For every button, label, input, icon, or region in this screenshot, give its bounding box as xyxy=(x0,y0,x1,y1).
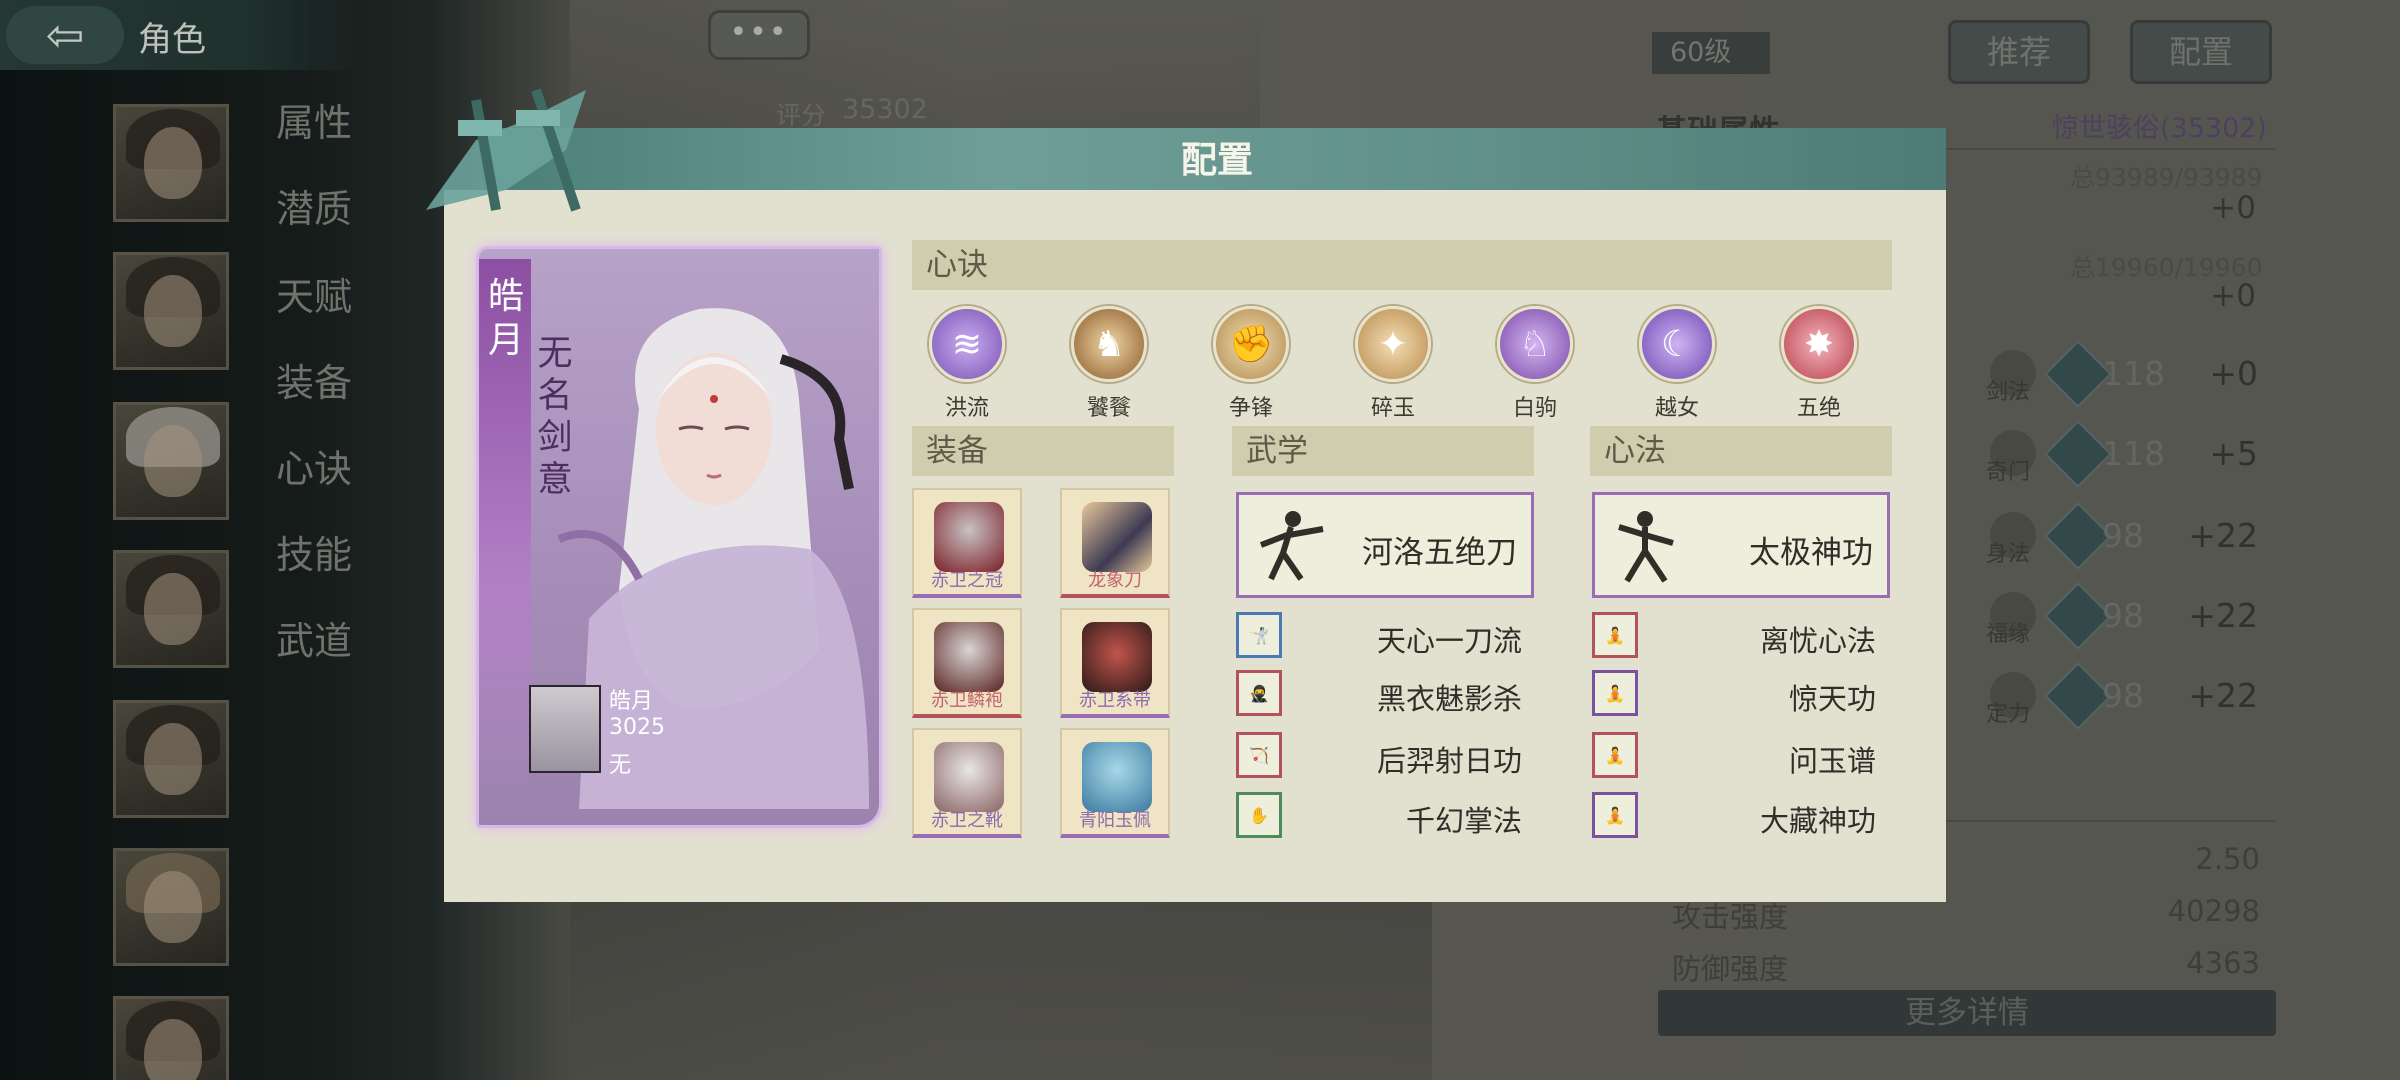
character-card[interactable]: 皓月 无名剑意 皓月 3025 无 xyxy=(476,246,882,828)
xinjue-icon: ✦ xyxy=(1355,306,1431,382)
martial-artist-icon xyxy=(1618,511,1674,583)
meditation-icon: 🧘 xyxy=(1592,670,1638,716)
xinjue-icon: ☾ xyxy=(1639,306,1715,382)
xinjue-label: 洪流 xyxy=(944,396,989,421)
skill-name: 天心一刀流 xyxy=(1376,624,1522,658)
modal-header: 配置 xyxy=(488,128,1946,192)
mini-extra: 无 xyxy=(609,753,632,778)
mini-name: 皓月 xyxy=(609,689,654,714)
mini-avatar xyxy=(529,685,601,773)
skill-name: 问玉谱 xyxy=(1788,744,1876,778)
xinjue-zhengfeng[interactable]: ✊ 争锋 xyxy=(1206,306,1296,422)
equipment-name: 龙象刀 xyxy=(1088,570,1142,591)
xinjue-label: 争锋 xyxy=(1228,396,1273,421)
equipment-slot-armor[interactable]: 赤卫鳞袍 xyxy=(912,608,1022,718)
xinjue-icon: ♞ xyxy=(1071,306,1147,382)
xinjue-label: 白驹 xyxy=(1512,396,1557,421)
equipment-name: 赤卫系带 xyxy=(1079,690,1151,711)
xinjue-icon: ✊ xyxy=(1213,306,1289,382)
xinjue-icon: ✸ xyxy=(1781,306,1857,382)
xinfa-sub-skill[interactable]: 🧘 惊天功 xyxy=(1592,670,1876,718)
skill-name: 河洛五绝刀 xyxy=(1362,535,1517,571)
xinjue-yuenv[interactable]: ☾ 越女 xyxy=(1632,306,1722,422)
blade-icon xyxy=(1082,502,1152,572)
xinjue-wujue[interactable]: ✸ 五绝 xyxy=(1774,306,1864,422)
xinfa-sub-skill[interactable]: 🧘 大藏神功 xyxy=(1592,792,1876,840)
equipment-name: 青阳玉佩 xyxy=(1079,810,1151,831)
xinjue-label: 饕餮 xyxy=(1086,396,1131,421)
modal-title: 配置 xyxy=(1180,139,1253,181)
wuxue-main-skill[interactable]: 河洛五绝刀 xyxy=(1236,492,1534,598)
xinjue-icon: ≋ xyxy=(929,306,1005,382)
equipment-slot-boots[interactable]: 赤卫之靴 xyxy=(912,728,1022,838)
section-xinfa: 心法 xyxy=(1590,426,1892,476)
equipment-name: 赤卫之冠 xyxy=(931,570,1003,591)
xinjue-taotie[interactable]: ♞ 饕餮 xyxy=(1064,306,1154,422)
jade-pendant-icon xyxy=(1082,742,1152,812)
archer-icon: 🏹 xyxy=(1236,732,1282,778)
skill-name: 黑衣魅影杀 xyxy=(1376,682,1522,716)
equipment-name: 赤卫鳞袍 xyxy=(931,690,1003,711)
skill-icon: 🥷 xyxy=(1236,670,1282,716)
equipment-slot-weapon[interactable]: 龙象刀 xyxy=(1060,488,1170,598)
mini-power: 3025 xyxy=(609,715,665,740)
skill-name: 千幻掌法 xyxy=(1405,804,1522,838)
meditation-icon: 🧘 xyxy=(1592,792,1638,838)
xinjue-label: 越女 xyxy=(1654,396,1699,421)
xinjue-icon: ♘ xyxy=(1497,306,1573,382)
xinjue-label: 碎玉 xyxy=(1370,396,1415,421)
equipment-slot-helmet[interactable]: 赤卫之冠 xyxy=(912,488,1022,598)
wuxue-sub-skill[interactable]: 🥷 黑衣魅影杀 xyxy=(1236,670,1522,718)
skill-name: 惊天功 xyxy=(1788,682,1876,716)
xinjue-suiyu[interactable]: ✦ 碎玉 xyxy=(1348,306,1438,422)
armor-icon xyxy=(934,622,1004,692)
boots-icon xyxy=(934,742,1004,812)
helmet-icon xyxy=(934,502,1004,572)
xinjue-hongliu[interactable]: ≋ 洪流 xyxy=(922,306,1012,422)
wuxue-sub-skill[interactable]: 🏹 后羿射日功 xyxy=(1236,732,1522,780)
skill-name: 离忧心法 xyxy=(1759,624,1876,658)
skill-name: 太极神功 xyxy=(1749,535,1873,571)
belt-icon xyxy=(1082,622,1152,692)
skill-name: 后羿射日功 xyxy=(1376,744,1522,778)
skill-icon: 🤺 xyxy=(1236,612,1282,658)
xinfa-main-skill[interactable]: 太极神功 xyxy=(1592,492,1890,598)
equipment-name: 赤卫之靴 xyxy=(931,810,1003,831)
meditation-icon: 🧘 xyxy=(1592,732,1638,778)
equipment-slot-belt[interactable]: 赤卫系带 xyxy=(1060,608,1170,718)
martial-artist-icon xyxy=(1259,511,1324,581)
meditation-icon: 🧘 xyxy=(1592,612,1638,658)
character-name: 皓月 xyxy=(487,276,524,361)
xinjue-label: 五绝 xyxy=(1796,396,1841,421)
section-xinjue: 心诀 xyxy=(912,240,1892,290)
xinjue-baiju[interactable]: ♘ 白驹 xyxy=(1490,306,1580,422)
sword-decoration-icon xyxy=(426,88,586,212)
wuxue-sub-skill[interactable]: 🤺 天心一刀流 xyxy=(1236,612,1522,660)
section-equipment: 装备 xyxy=(912,426,1174,476)
xinfa-sub-skill[interactable]: 🧘 离忧心法 xyxy=(1592,612,1876,660)
wuxue-sub-skill[interactable]: ✋ 千幻掌法 xyxy=(1236,792,1522,840)
section-wuxue: 武学 xyxy=(1232,426,1534,476)
palm-icon: ✋ xyxy=(1236,792,1282,838)
equipment-slot-accessory[interactable]: 青阳玉佩 xyxy=(1060,728,1170,838)
xinfa-sub-skill[interactable]: 🧘 问玉谱 xyxy=(1592,732,1876,780)
skill-name: 大藏神功 xyxy=(1759,804,1876,838)
